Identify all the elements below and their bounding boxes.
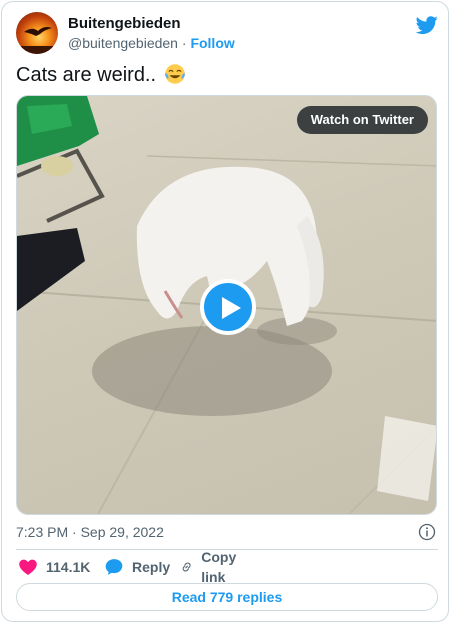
video-player[interactable]: Watch on Twitter	[16, 95, 437, 515]
play-button[interactable]	[200, 279, 256, 335]
heart-icon	[19, 559, 37, 575]
reply-bubble-icon	[105, 559, 123, 575]
tweet-timestamp[interactable]: 7:23 PM · Sep 29, 2022	[16, 524, 164, 540]
tweet-header: Buitengebieden @buitengebieden · Follow	[16, 12, 438, 56]
copy-link-button[interactable]: Copy link	[180, 549, 243, 585]
reply-label: Reply	[132, 559, 171, 575]
bird-silhouette-icon	[16, 27, 58, 54]
reply-button[interactable]: Reply	[104, 555, 170, 579]
watch-on-twitter-button[interactable]: Watch on Twitter	[296, 106, 428, 134]
user-handle[interactable]: @buitengebieden	[68, 35, 178, 51]
tweet-card: Buitengebieden @buitengebieden · Follow …	[1, 1, 449, 622]
separator-dot: ·	[181, 35, 187, 51]
play-icon	[222, 297, 241, 319]
tweet-text-content: Cats are weird..	[16, 64, 157, 86]
tweet-text: Cats are weird..	[16, 62, 186, 88]
timestamp-row: 7:23 PM · Sep 29, 2022	[16, 522, 438, 542]
info-icon[interactable]	[418, 523, 436, 541]
avatar[interactable]	[16, 12, 58, 54]
user-block: Buitengebieden @buitengebieden · Follow	[68, 14, 235, 52]
link-icon	[182, 562, 191, 572]
handle-row: @buitengebieden · Follow	[68, 34, 235, 52]
read-replies-button[interactable]: Read 779 replies	[16, 583, 438, 611]
face-with-tears-of-joy-icon	[164, 64, 185, 84]
display-name[interactable]: Buitengebieden	[68, 14, 235, 34]
like-count: 114.1K	[46, 559, 91, 575]
like-button[interactable]: 114.1K	[18, 555, 90, 579]
follow-button[interactable]: Follow	[190, 35, 234, 51]
twitter-bird-icon[interactable]	[416, 14, 438, 36]
copy-link-label: Copy link	[201, 549, 237, 585]
